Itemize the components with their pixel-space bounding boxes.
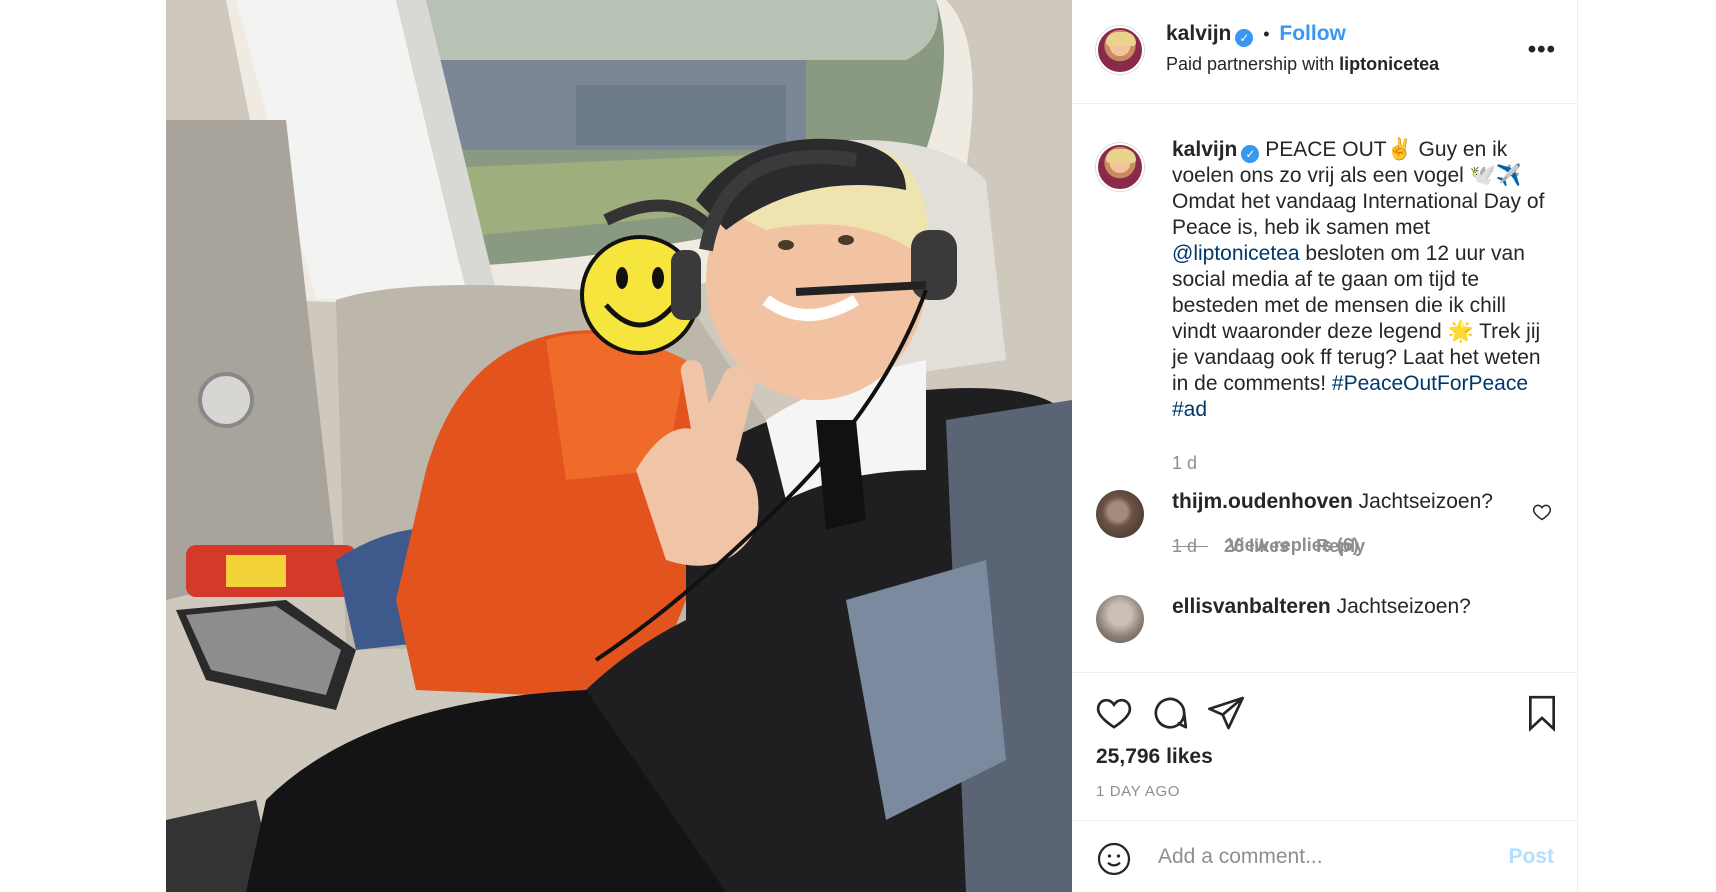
post-date[interactable]: 1 DAY AGO [1096, 783, 1180, 800]
author-username[interactable]: kalvijn [1166, 22, 1231, 45]
verified-badge-icon: ✓ [1241, 145, 1260, 163]
paper-plane-icon[interactable] [1206, 693, 1246, 733]
follow-button[interactable]: Follow [1279, 22, 1346, 45]
comment-input[interactable] [1158, 837, 1468, 877]
caption-text: kalvijn ✓ PEACE OUT✌️ Guy en ik voelen on… [1172, 137, 1552, 423]
verified-badge-icon: ✓ [1235, 29, 1254, 47]
mention-link[interactable]: @liptonicetea [1172, 242, 1300, 265]
speech-bubble-icon[interactable] [1150, 693, 1190, 733]
photo-illustration [166, 0, 1072, 892]
likes-count[interactable]: 25,796 likes [1096, 745, 1213, 769]
comment-body: Jachtseizoen? [1358, 490, 1493, 513]
replies-divider [1172, 545, 1208, 547]
commenter-avatar[interactable] [1096, 595, 1144, 643]
commenter-avatar[interactable] [1096, 490, 1144, 538]
emoji-icon[interactable] [1096, 841, 1132, 877]
post-photo[interactable] [166, 0, 1072, 892]
comment-item: thijm.oudenhoven Jachtseizoen? 1 d 26 li… [1072, 490, 1578, 570]
bookmark-icon[interactable] [1522, 693, 1562, 733]
comment-username[interactable]: ellisvanbalteren [1172, 595, 1331, 618]
comments-section[interactable]: kalvijn ✓ PEACE OUT✌️ Guy en ik voelen on… [1072, 105, 1578, 672]
comment-body: Jachtseizoen? [1336, 595, 1471, 618]
view-replies-label: View replies (6) [1228, 535, 1359, 555]
separator-dot: • [1263, 24, 1270, 44]
add-comment-bar: Post [1072, 820, 1578, 892]
comment-text: thijm.oudenhoven Jachtseizoen? [1172, 490, 1493, 514]
caption-timestamp[interactable]: 1 d [1172, 453, 1197, 474]
post-sidebar: kalvijn ✓ • Follow Paid partnership with … [1072, 0, 1578, 892]
caption-username[interactable]: kalvijn [1172, 138, 1237, 161]
partner-link[interactable]: liptonicetea [1339, 54, 1439, 74]
heart-icon[interactable] [1094, 693, 1134, 733]
comment-username[interactable]: thijm.oudenhoven [1172, 490, 1353, 513]
comment-text: ellisvanbalteren Jachtseizoen? [1172, 595, 1471, 619]
header-title-row: kalvijn ✓ • Follow [1166, 22, 1346, 47]
paid-partnership: Paid partnership with liptonicetea [1166, 54, 1439, 75]
partnership-prefix: Paid partnership with [1166, 54, 1335, 74]
post-comment-button[interactable]: Post [1508, 845, 1554, 869]
view-replies-button[interactable]: View replies (6) [1172, 535, 1359, 556]
author-avatar[interactable] [1096, 26, 1144, 74]
post-header: kalvijn ✓ • Follow Paid partnership with … [1072, 0, 1578, 104]
hashtag-link[interactable]: #ad [1172, 398, 1207, 421]
hashtag-link[interactable]: #PeaceOutForPeace [1332, 372, 1528, 395]
more-options-button[interactable]: ••• [1528, 36, 1556, 64]
comment-like-heart-icon[interactable] [1532, 502, 1552, 522]
post-actions: 25,796 likes 1 DAY AGO [1072, 672, 1578, 820]
caption-avatar[interactable] [1096, 143, 1144, 191]
